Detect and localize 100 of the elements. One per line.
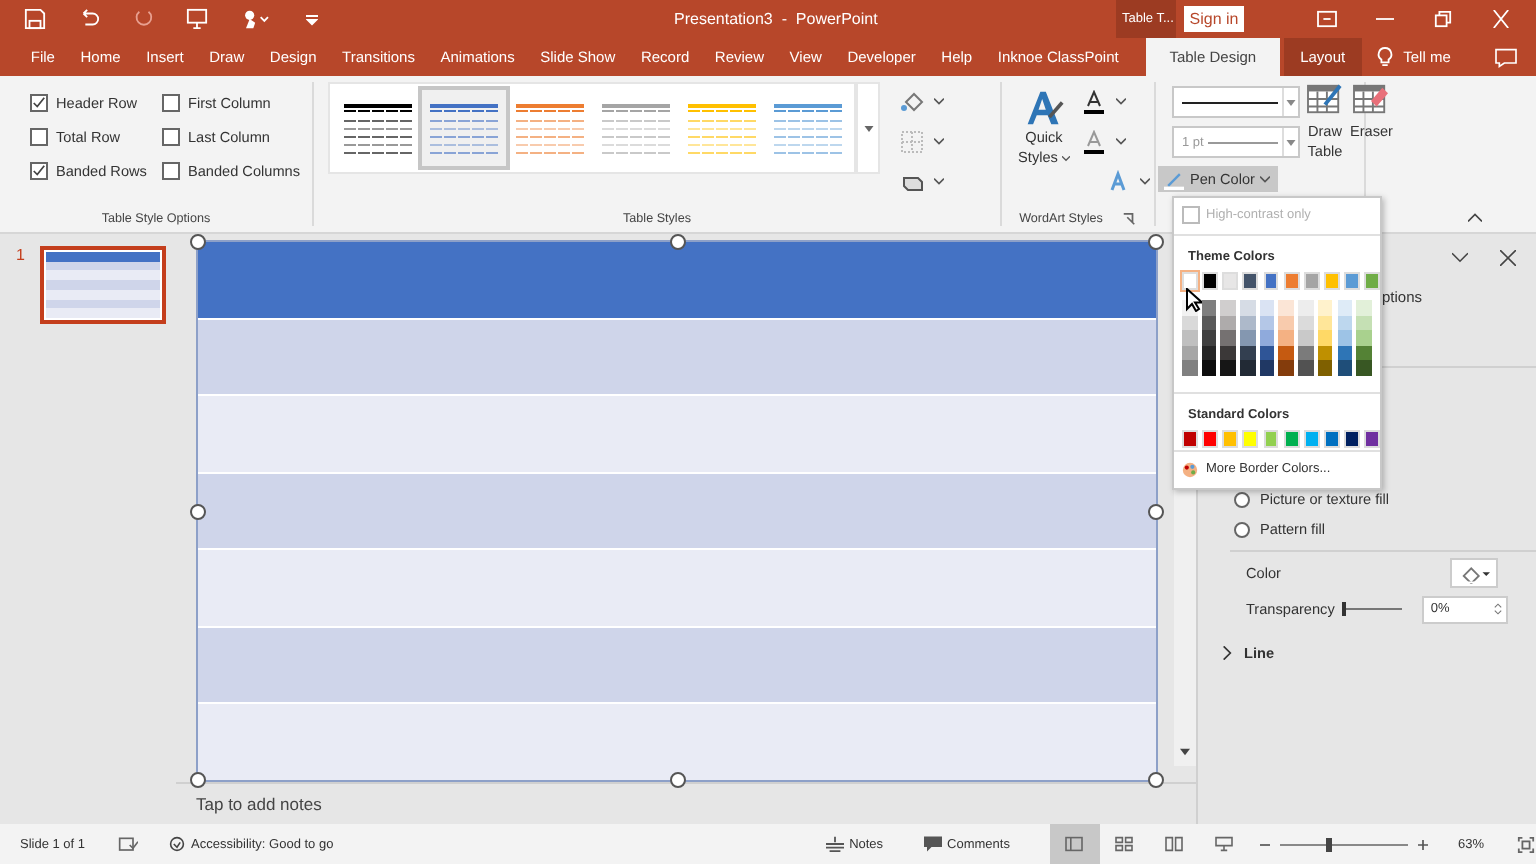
zoom-out-icon[interactable] (1259, 839, 1270, 849)
color-swatch[interactable] (1202, 429, 1219, 447)
shading-icon[interactable] (900, 89, 924, 113)
color-swatch[interactable] (1220, 330, 1236, 345)
color-swatch[interactable] (1298, 330, 1314, 345)
color-swatch[interactable] (1240, 330, 1256, 345)
color-swatch[interactable] (1259, 330, 1275, 345)
color-swatch[interactable] (1283, 272, 1300, 290)
color-swatch[interactable] (1317, 360, 1333, 375)
color-swatch[interactable] (1356, 330, 1372, 345)
caret-icon[interactable] (934, 177, 944, 185)
color-swatch[interactable] (1278, 330, 1294, 345)
color-swatch[interactable] (1263, 429, 1279, 447)
color-swatch[interactable] (1337, 300, 1352, 315)
caret-icon[interactable] (934, 97, 944, 105)
color-swatch[interactable] (1323, 272, 1340, 290)
color-swatch[interactable] (1283, 429, 1300, 447)
scroll-down-icon[interactable] (1180, 748, 1190, 756)
slide-thumbnail[interactable] (40, 246, 167, 324)
color-swatch[interactable] (1202, 272, 1219, 290)
color-swatch[interactable] (1242, 272, 1259, 290)
table-style-thumbnail[interactable] (421, 90, 505, 166)
view-button[interactable] (1049, 824, 1100, 864)
undo-icon[interactable] (78, 8, 100, 30)
checkbox[interactable] (162, 128, 180, 146)
color-swatch[interactable] (1364, 429, 1381, 447)
caret-icon[interactable] (1116, 137, 1126, 145)
color-swatch[interactable] (1344, 429, 1360, 447)
zoom-thumb[interactable] (1326, 837, 1333, 851)
color-swatch[interactable] (1182, 330, 1197, 345)
color-swatch[interactable] (1317, 330, 1333, 345)
color-picker-button[interactable] (1450, 558, 1498, 588)
resize-handle[interactable] (190, 772, 206, 788)
radio-button[interactable] (1234, 521, 1250, 537)
color-swatch[interactable] (1242, 429, 1259, 447)
text-outline-icon[interactable] (1082, 129, 1106, 153)
collapse-ribbon-icon[interactable] (1468, 212, 1482, 222)
caret-icon[interactable] (1140, 177, 1150, 185)
color-swatch[interactable] (1337, 330, 1352, 345)
color-swatch[interactable] (1240, 360, 1256, 375)
zoom-in-icon[interactable] (1417, 839, 1428, 849)
radio-button[interactable] (1234, 491, 1250, 507)
close-icon[interactable] (1500, 250, 1516, 266)
color-swatch[interactable] (1278, 360, 1294, 375)
checkbox[interactable] (162, 94, 180, 112)
color-swatch[interactable] (1364, 272, 1381, 290)
color-swatch[interactable] (1220, 360, 1236, 375)
caret-icon[interactable] (1116, 97, 1126, 105)
color-swatch[interactable] (1240, 300, 1256, 315)
presenter-icon[interactable] (186, 8, 208, 30)
resize-handle[interactable] (190, 503, 206, 519)
color-swatch[interactable] (1263, 272, 1279, 290)
color-swatch[interactable] (1323, 429, 1340, 447)
color-swatch[interactable] (1356, 300, 1372, 315)
color-swatch[interactable] (1278, 300, 1294, 315)
redo-icon[interactable] (132, 8, 154, 30)
color-swatch[interactable] (1344, 272, 1360, 290)
spell-check-icon[interactable] (117, 835, 138, 853)
dialog-launcher-icon[interactable] (1122, 212, 1137, 226)
resize-handle[interactable] (190, 234, 206, 250)
color-swatch[interactable] (1259, 360, 1275, 375)
expand-chevron-icon[interactable] (1222, 646, 1232, 660)
notes-placeholder[interactable]: Tap to add notes (196, 794, 322, 814)
color-swatch[interactable] (1298, 300, 1314, 315)
table[interactable] (196, 240, 1158, 782)
ribbon-display-icon[interactable] (1316, 10, 1338, 28)
color-swatch[interactable] (1201, 300, 1217, 315)
color-swatch[interactable] (1298, 360, 1314, 375)
text-fill-icon[interactable] (1082, 89, 1106, 113)
color-swatch[interactable] (1182, 360, 1197, 375)
resize-handle[interactable] (1148, 234, 1164, 250)
color-swatch[interactable] (1303, 429, 1320, 447)
color-swatch[interactable] (1259, 300, 1275, 315)
color-swatch[interactable] (1201, 330, 1217, 345)
color-swatch[interactable] (1201, 360, 1217, 375)
color-swatch[interactable] (1222, 429, 1239, 447)
checkbox[interactable] (30, 128, 48, 146)
resize-handle[interactable] (1148, 772, 1164, 788)
restore-icon[interactable] (1432, 10, 1454, 28)
color-swatch[interactable] (1222, 272, 1239, 290)
chevron-down-icon[interactable] (1452, 250, 1468, 266)
spinner-arrows-icon[interactable] (1494, 602, 1503, 616)
checkbox[interactable] (162, 162, 180, 180)
checkbox[interactable] (30, 94, 48, 112)
customize-icon[interactable] (306, 13, 318, 25)
color-swatch[interactable] (1317, 300, 1333, 315)
color-swatch[interactable] (1182, 429, 1198, 447)
fit-to-window-icon[interactable] (1516, 835, 1536, 853)
checkbox[interactable] (30, 162, 48, 180)
resize-handle[interactable] (669, 234, 685, 250)
save-icon[interactable] (24, 8, 46, 30)
pen-style-dropdown[interactable] (1172, 86, 1300, 118)
slider-thumb[interactable] (1342, 602, 1347, 616)
touch-mode-icon[interactable] (240, 8, 274, 30)
color-swatch[interactable] (1337, 360, 1352, 375)
text-effects-icon[interactable] (1106, 169, 1130, 193)
comments-icon[interactable] (1494, 47, 1518, 67)
color-swatch[interactable] (1356, 360, 1372, 375)
color-swatch[interactable] (1220, 300, 1236, 315)
sign-in-button[interactable]: Sign in (1184, 6, 1244, 32)
